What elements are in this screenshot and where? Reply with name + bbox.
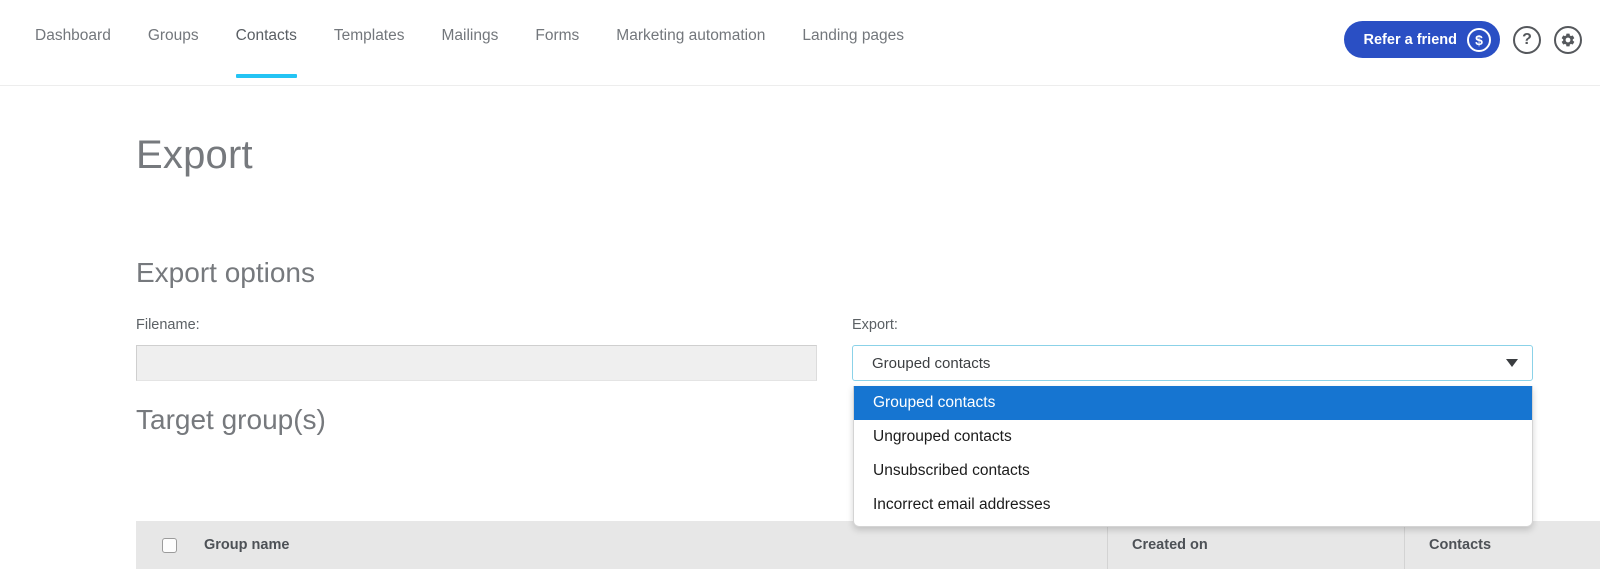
nav-item-forms[interactable]: Forms — [535, 26, 579, 46]
nav-item-mailings[interactable]: Mailings — [442, 26, 499, 46]
column-header-label: Contacts — [1429, 537, 1492, 553]
gear-icon[interactable] — [1554, 25, 1582, 54]
page-content: Export Export options Filename: Export: … — [0, 86, 1600, 569]
nav-item-groups[interactable]: Groups — [148, 26, 199, 46]
dollar-coin-icon: $ — [1467, 27, 1491, 52]
export-type-selected-value: Grouped contacts — [872, 354, 991, 372]
refer-a-friend-button[interactable]: Refer a friend $ — [1343, 21, 1500, 58]
top-right-actions: Refer a friend $ ? — [1343, 21, 1582, 58]
question-mark-glyph: ? — [1522, 30, 1532, 48]
dropdown-option-label: Grouped contacts — [873, 394, 996, 411]
nav-item-landing-pages[interactable]: Landing pages — [802, 26, 904, 46]
dropdown-option-label: Ungrouped contacts — [873, 428, 1012, 445]
select-all-checkbox[interactable] — [162, 537, 177, 553]
dropdown-option-label: Unsubscribed contacts — [873, 462, 1030, 479]
help-icon[interactable]: ? — [1513, 25, 1541, 54]
export-type-label: Export: — [852, 317, 898, 333]
dropdown-option-grouped-contacts[interactable]: Grouped contacts — [854, 386, 1532, 420]
export-type-dropdown-menu: Grouped contacts Ungrouped contacts Unsu… — [853, 386, 1533, 527]
dollar-glyph: $ — [1475, 31, 1483, 48]
nav-item-label: Contacts — [235, 27, 297, 44]
nav-item-dashboard[interactable]: Dashboard — [35, 26, 111, 46]
active-tab-indicator — [235, 74, 297, 78]
target-groups-table-header: Group name Created on Contacts — [136, 521, 1600, 569]
export-type-select[interactable]: Grouped contacts — [852, 345, 1533, 381]
column-header-label: Created on — [1132, 537, 1208, 553]
nav-item-templates[interactable]: Templates — [334, 26, 405, 46]
nav-item-contacts[interactable]: Contacts — [235, 26, 297, 78]
nav-item-label: Templates — [333, 27, 405, 44]
chevron-down-icon — [1506, 359, 1518, 367]
top-navigation-bar: Dashboard Groups Contacts Templates Mail… — [0, 0, 1600, 86]
column-header-group-name[interactable]: Group name — [136, 521, 1107, 569]
nav-item-marketing-automation[interactable]: Marketing automation — [616, 26, 765, 46]
dropdown-option-label: Incorrect email addresses — [873, 496, 1051, 513]
column-header-label: Group name — [204, 537, 290, 553]
nav-item-label: Dashboard — [35, 27, 111, 44]
nav-item-label: Landing pages — [802, 27, 905, 44]
gear-glyph — [1561, 33, 1575, 46]
refer-a-friend-label: Refer a friend — [1363, 31, 1457, 48]
main-nav: Dashboard Groups Contacts Templates Mail… — [35, 26, 941, 78]
dropdown-option-incorrect-email-addresses[interactable]: Incorrect email addresses — [854, 488, 1532, 522]
dropdown-option-ungrouped-contacts[interactable]: Ungrouped contacts — [854, 420, 1532, 454]
column-header-created-on[interactable]: Created on — [1107, 521, 1404, 569]
filename-label: Filename: — [136, 317, 200, 333]
nav-item-label: Marketing automation — [616, 27, 766, 44]
nav-item-label: Forms — [535, 27, 580, 44]
nav-item-label: Groups — [147, 27, 199, 44]
target-groups-heading: Target group(s) — [136, 404, 326, 435]
page-title: Export — [136, 133, 253, 177]
dropdown-option-unsubscribed-contacts[interactable]: Unsubscribed contacts — [854, 454, 1532, 488]
nav-item-label: Mailings — [441, 27, 499, 44]
export-options-heading: Export options — [136, 257, 315, 288]
column-header-contacts[interactable]: Contacts — [1404, 521, 1600, 569]
filename-input[interactable] — [136, 345, 817, 381]
